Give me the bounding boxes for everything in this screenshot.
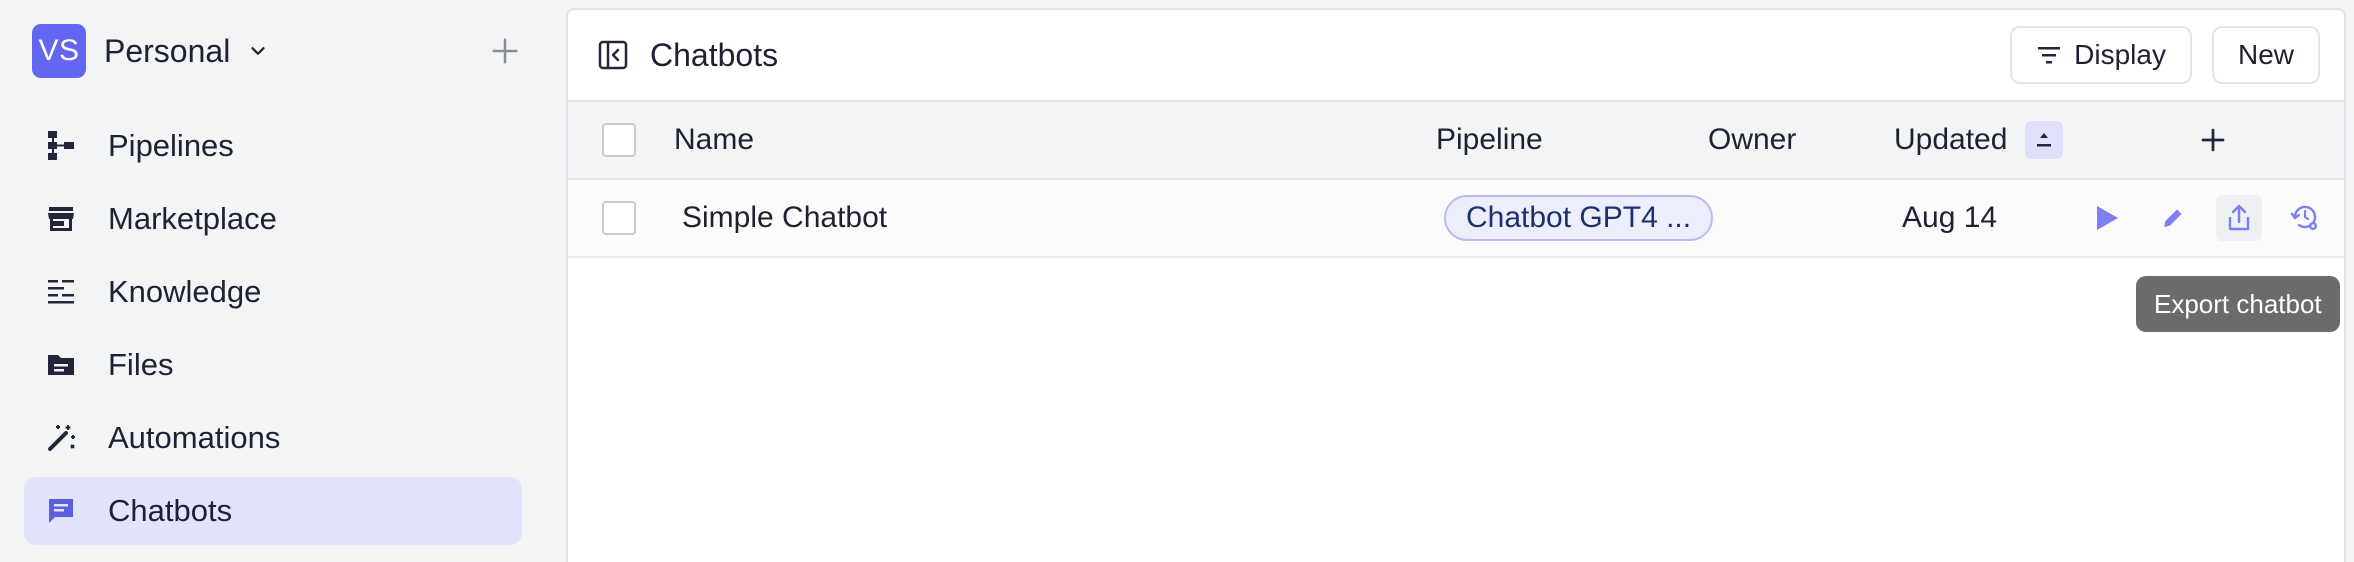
sidebar-item-files[interactable]: Files — [24, 331, 522, 399]
add-column-cell — [2190, 102, 2236, 178]
row-select-cell — [602, 180, 636, 256]
sidebar-item-automations[interactable]: Automations — [24, 404, 522, 472]
display-button[interactable]: Display — [2010, 26, 2192, 84]
row-pipeline-cell: Chatbot GPT4 ... — [1444, 180, 1714, 256]
knowledge-icon — [44, 275, 78, 309]
pipelines-icon — [44, 129, 78, 163]
add-column-icon[interactable] — [2190, 117, 2236, 163]
sidebar-item-chatbots[interactable]: Chatbots — [24, 477, 522, 545]
chatbot-history-settings-button[interactable] — [2282, 195, 2328, 241]
sort-icon[interactable] — [2025, 121, 2064, 159]
page-header: Chatbots Display New — [568, 10, 2344, 102]
column-header-name[interactable]: Name — [674, 102, 754, 178]
pencil-icon — [2160, 205, 2186, 231]
history-settings-icon — [2290, 203, 2320, 233]
sidebar-item-label: Automations — [108, 420, 281, 455]
export-chatbot-tooltip: Export chatbot — [2136, 276, 2340, 332]
app-window: VS Personal Pipelines Marketplace Knowle… — [0, 0, 2354, 562]
sidebar: VS Personal Pipelines Marketplace Knowle… — [0, 0, 566, 562]
column-header-owner[interactable]: Owner — [1708, 102, 1796, 178]
column-header-updated[interactable]: Updated — [1894, 123, 2007, 157]
store-icon — [44, 202, 78, 236]
run-chatbot-button[interactable] — [2084, 195, 2130, 241]
play-icon — [2094, 204, 2120, 232]
sidebar-item-label: Files — [108, 347, 174, 382]
pipeline-tag[interactable]: Chatbot GPT4 ... — [1444, 195, 1714, 241]
sidebar-item-label: Chatbots — [108, 493, 233, 528]
header-actions: Display New — [2010, 26, 2320, 84]
main-panel: Chatbots Display New Name Pipeline Owner… — [566, 8, 2346, 562]
column-header-updated-cell: Updated — [1894, 102, 2064, 178]
sidebar-item-knowledge[interactable]: Knowledge — [24, 258, 522, 326]
sidebar-item-label: Marketplace — [108, 201, 277, 236]
magic-wand-icon — [44, 421, 78, 455]
export-chatbot-button[interactable] — [2216, 195, 2262, 241]
page-title: Chatbots — [650, 36, 779, 73]
display-button-label: Display — [2074, 39, 2166, 70]
table-row[interactable]: Simple Chatbot Chatbot GPT4 ... Aug 14 — [568, 180, 2344, 258]
chat-icon — [44, 494, 78, 528]
chevron-down-icon[interactable] — [244, 37, 272, 65]
new-button[interactable]: New — [2211, 26, 2320, 84]
plus-icon[interactable] — [488, 34, 522, 68]
select-all-checkbox[interactable] — [602, 123, 636, 157]
row-actions — [2084, 180, 2328, 256]
table-header: Name Pipeline Owner Updated — [568, 102, 2344, 180]
workspace-name: Personal — [104, 32, 231, 69]
folder-icon — [44, 348, 78, 382]
new-button-label: New — [2237, 39, 2294, 70]
sidebar-nav: Pipelines Marketplace Knowledge Files Au… — [24, 112, 522, 550]
filter-icon — [2036, 42, 2062, 68]
row-name[interactable]: Simple Chatbot — [682, 180, 887, 256]
workspace-switcher[interactable]: VS Personal — [32, 24, 522, 78]
sidebar-item-label: Pipelines — [108, 128, 234, 163]
edit-chatbot-button[interactable] — [2150, 195, 2196, 241]
row-updated: Aug 14 — [1902, 201, 1998, 234]
select-all-cell — [602, 102, 636, 178]
sidebar-toggle-icon[interactable] — [596, 38, 630, 72]
sidebar-item-marketplace[interactable]: Marketplace — [24, 185, 522, 253]
share-icon — [2226, 204, 2252, 232]
row-checkbox[interactable] — [602, 201, 636, 235]
column-header-pipeline[interactable]: Pipeline — [1436, 102, 1543, 178]
sidebar-item-pipelines[interactable]: Pipelines — [24, 112, 522, 180]
workspace-avatar: VS — [32, 24, 86, 78]
sidebar-item-label: Knowledge — [108, 274, 262, 309]
